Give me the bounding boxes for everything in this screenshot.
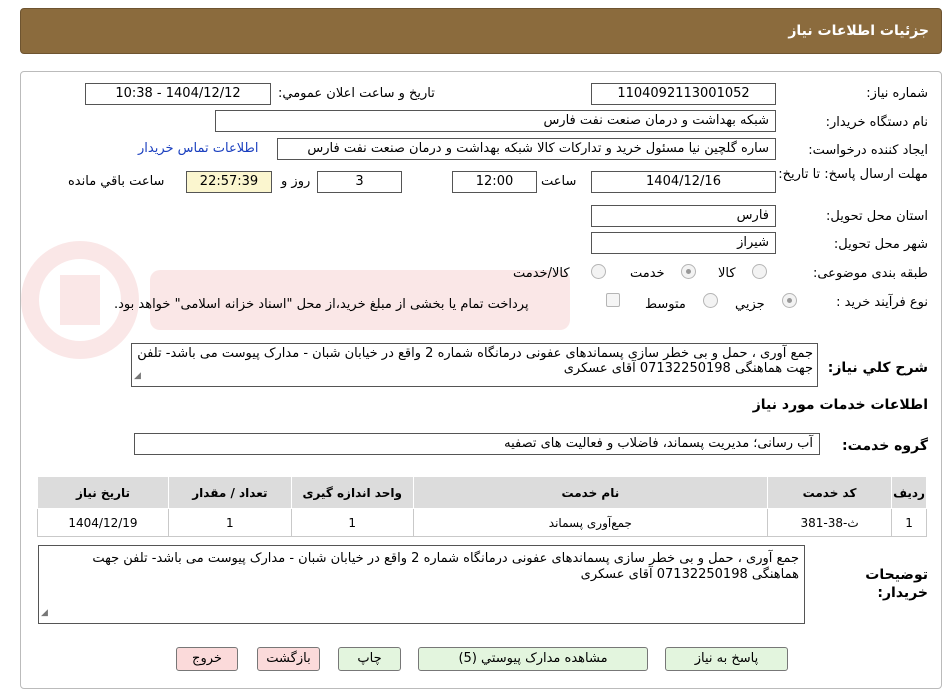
- process-label: نوع فرآيند خريد :: [836, 295, 928, 310]
- category-label: طبقه بندی موضوعی:: [812, 266, 928, 281]
- deadline-date-field: 1404/12/16: [591, 171, 776, 193]
- city-field: شیراز: [591, 232, 776, 254]
- category-service-label: خدمت: [630, 266, 665, 281]
- process-minor-radio[interactable]: [782, 293, 797, 308]
- service-group-field: آب رسانی؛ مديريت پسماند، فاضلاب و فعالیت…: [134, 433, 820, 455]
- reply-button[interactable]: پاسخ به نياز: [665, 647, 788, 671]
- need-number-label: شماره نیاز:: [866, 86, 928, 101]
- table-header-row: رديف کد خدمت نام خدمت واحد اندازه گيری ت…: [37, 476, 927, 509]
- need-number-field: 1104092113001052: [591, 83, 776, 105]
- deadline-time-label: ساعت: [541, 174, 577, 189]
- cell-quantity: 1: [167, 508, 292, 537]
- deadline-time-field: 12:00: [452, 171, 537, 193]
- page-header: جزئیات اطلاعات نیاز: [20, 8, 942, 54]
- province-label: استان محل تحويل:: [826, 209, 928, 224]
- creator-label: ايجاد کننده درخواست:: [808, 143, 928, 158]
- category-both-label: کالا/خدمت: [513, 266, 570, 281]
- table-row: 1 ث-38-381 جمع‌آوری پسماند 1 1 1404/12/1…: [37, 508, 927, 537]
- category-goods-radio[interactable]: [752, 264, 767, 279]
- buyer-notes-text: جمع آوری ، حمل و بی خطر سازی پسماندهای ع…: [92, 551, 799, 582]
- creator-field: ساره گلچین نیا مسئول خرید و تدارکات کالا…: [277, 138, 776, 160]
- service-group-label: گروه خدمت:: [842, 438, 928, 454]
- col-unit: واحد اندازه گيری: [290, 476, 414, 509]
- treasury-checkbox[interactable]: [606, 293, 620, 307]
- buyer-notes-textarea[interactable]: جمع آوری ، حمل و بی خطر سازی پسماندهای ع…: [38, 545, 805, 624]
- province-field: فارس: [591, 205, 776, 227]
- buyer-org-field: شبکه بهداشت و درمان صنعت نفت فارس: [215, 110, 776, 132]
- contact-buyer-link[interactable]: اطلاعات تماس خريدار: [138, 141, 258, 156]
- process-medium-label: متوسط: [645, 297, 686, 312]
- exit-button[interactable]: خروج: [176, 647, 238, 671]
- cell-unit: 1: [290, 508, 414, 537]
- col-row-number: رديف: [891, 476, 927, 509]
- cell-service-code: ث-38-381: [767, 508, 893, 537]
- city-label: شهر محل تحويل:: [833, 237, 928, 252]
- description-text: جمع آوری ، حمل و بی خطر سازی پسماندهای ع…: [137, 346, 813, 376]
- buyer-org-label: نام دستگاه خريدار:: [825, 115, 928, 130]
- resize-handle-icon: ◢: [41, 608, 48, 618]
- category-goods-label: کالا: [718, 266, 736, 281]
- days-label: روز و: [281, 174, 311, 189]
- process-medium-radio[interactable]: [703, 293, 718, 308]
- buyer-notes-label: توضيحات خريدار:: [865, 567, 928, 601]
- payment-note: پرداخت تمام یا بخشی از مبلغ خرید،از محل …: [114, 297, 529, 312]
- deadline-label: مهلت ارسال پاسخ: تا تاریخ:: [778, 167, 928, 182]
- col-quantity: تعداد / مقدار: [167, 476, 292, 509]
- description-textarea[interactable]: جمع آوری ، حمل و بی خطر سازی پسماندهای ع…: [131, 343, 818, 387]
- description-label: شرح کلي نياز:: [827, 360, 928, 376]
- cell-need-date: 1404/12/19: [37, 508, 169, 537]
- page-title: جزئیات اطلاعات نیاز: [788, 23, 929, 39]
- col-need-date: تاريخ نياز: [37, 476, 169, 509]
- days-field: 3: [317, 171, 402, 193]
- cell-service-name: جمع‌آوری پسماند: [412, 508, 769, 537]
- view-attachments-button[interactable]: مشاهده مدارک پيوستي (5): [418, 647, 648, 671]
- print-button[interactable]: چاپ: [338, 647, 401, 671]
- back-button[interactable]: بازگشت: [257, 647, 320, 671]
- category-both-radio[interactable]: [591, 264, 606, 279]
- category-service-radio[interactable]: [681, 264, 696, 279]
- remaining-time-field: 22:57:39: [186, 171, 272, 193]
- services-heading: اطلاعات خدمات مورد نياز: [752, 397, 928, 413]
- col-service-code: کد خدمت: [767, 476, 893, 509]
- process-minor-label: جزيي: [735, 297, 765, 312]
- announce-label: تاریخ و ساعت اعلان عمومي:: [278, 86, 435, 101]
- remaining-label: ساعت باقي مانده: [68, 174, 165, 189]
- resize-handle-icon: ◢: [134, 371, 141, 381]
- services-table: رديف کد خدمت نام خدمت واحد اندازه گيری ت…: [37, 476, 927, 537]
- col-service-name: نام خدمت: [412, 476, 769, 509]
- cell-row-number: 1: [891, 508, 927, 537]
- announce-date-field: 1404/12/12 - 10:38: [85, 83, 271, 105]
